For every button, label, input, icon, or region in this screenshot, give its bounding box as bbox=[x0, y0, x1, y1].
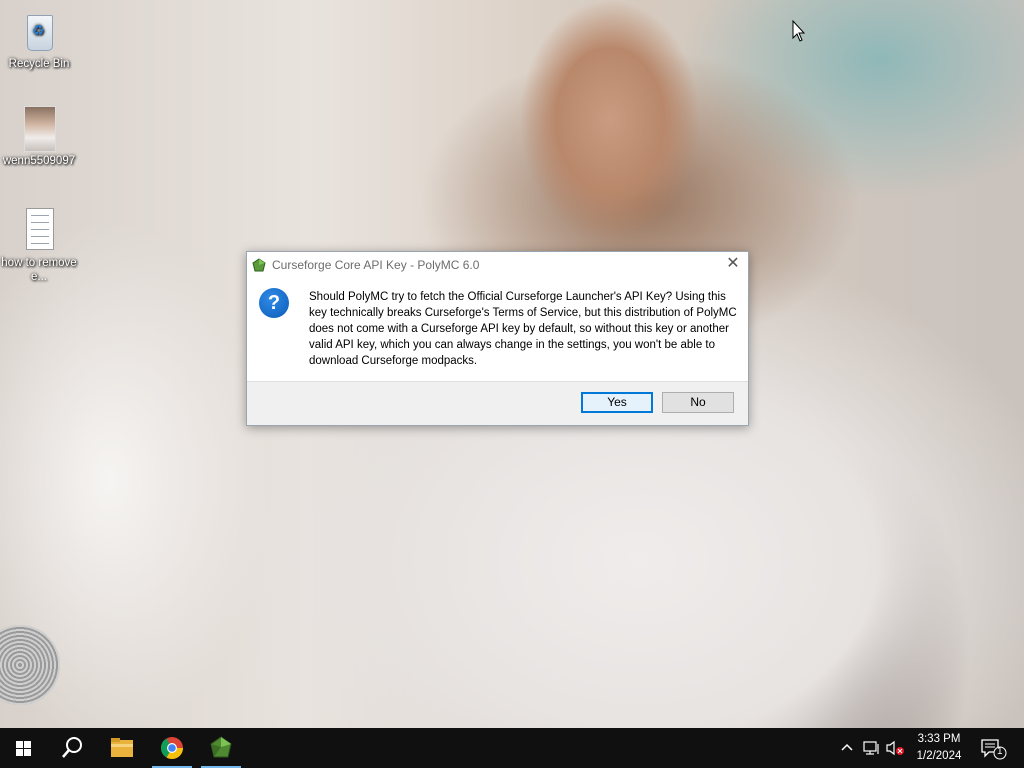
wallpaper-microphone bbox=[0, 625, 60, 705]
taskbar-clock[interactable]: 3:33 PM 1/2/2024 bbox=[906, 731, 972, 765]
dialog-titlebar[interactable]: Curseforge Core API Key - PolyMC 6.0 ✕ bbox=[247, 252, 748, 278]
text-file-icon bbox=[19, 208, 59, 254]
desktop-icon-label: how to remove e... bbox=[1, 257, 77, 283]
polymc-icon bbox=[210, 736, 232, 758]
close-button[interactable]: ✕ bbox=[718, 252, 748, 278]
question-icon: ? bbox=[259, 288, 289, 318]
recycle-bin-icon: ♻ bbox=[19, 9, 59, 55]
mouse-cursor-icon bbox=[792, 20, 806, 42]
network-icon[interactable] bbox=[863, 740, 881, 756]
search-button[interactable] bbox=[48, 728, 96, 768]
desktop-icon-label: Recycle Bin bbox=[8, 58, 70, 70]
image-file-icon bbox=[19, 106, 59, 152]
yes-button[interactable]: Yes bbox=[581, 392, 653, 413]
file-explorer-icon bbox=[111, 738, 133, 757]
dialog-body: ? Should PolyMC try to fetch the Officia… bbox=[247, 278, 748, 381]
taskbar-file-explorer[interactable] bbox=[98, 728, 146, 768]
action-center-button[interactable]: 1 bbox=[980, 738, 1010, 763]
dialog-button-bar: Yes No bbox=[247, 381, 748, 425]
taskbar-polymc[interactable] bbox=[197, 728, 245, 768]
dialog-title: Curseforge Core API Key - PolyMC 6.0 bbox=[272, 258, 480, 272]
taskbar: 3:33 PM 1/2/2024 1 bbox=[0, 728, 1024, 768]
volume-muted-icon[interactable] bbox=[885, 740, 905, 756]
notification-icon bbox=[981, 739, 1007, 760]
desktop-icon-image[interactable]: wenn5509097 bbox=[1, 106, 77, 168]
no-button[interactable]: No bbox=[662, 392, 734, 413]
desktop-icon-recycle-bin[interactable]: ♻ Recycle Bin bbox=[1, 9, 77, 71]
chrome-icon bbox=[161, 737, 183, 759]
start-icon bbox=[16, 741, 31, 756]
desktop-icon-label: wenn5509097 bbox=[2, 155, 76, 167]
search-icon bbox=[62, 737, 82, 758]
chevron-up-icon[interactable] bbox=[840, 740, 854, 754]
dialog-message: Should PolyMC try to fetch the Official … bbox=[309, 291, 737, 367]
curseforge-api-key-dialog: Curseforge Core API Key - PolyMC 6.0 ✕ ?… bbox=[246, 251, 749, 426]
clock-date: 1/2/2024 bbox=[916, 750, 962, 762]
desktop-icon-text-file[interactable]: how to remove e... bbox=[1, 208, 77, 284]
start-button[interactable] bbox=[0, 728, 48, 768]
taskbar-chrome[interactable] bbox=[148, 728, 196, 768]
notification-count: 1 bbox=[997, 746, 1003, 757]
close-icon: ✕ bbox=[726, 255, 740, 272]
clock-time: 3:33 PM bbox=[917, 733, 961, 745]
polymc-icon bbox=[252, 258, 266, 272]
